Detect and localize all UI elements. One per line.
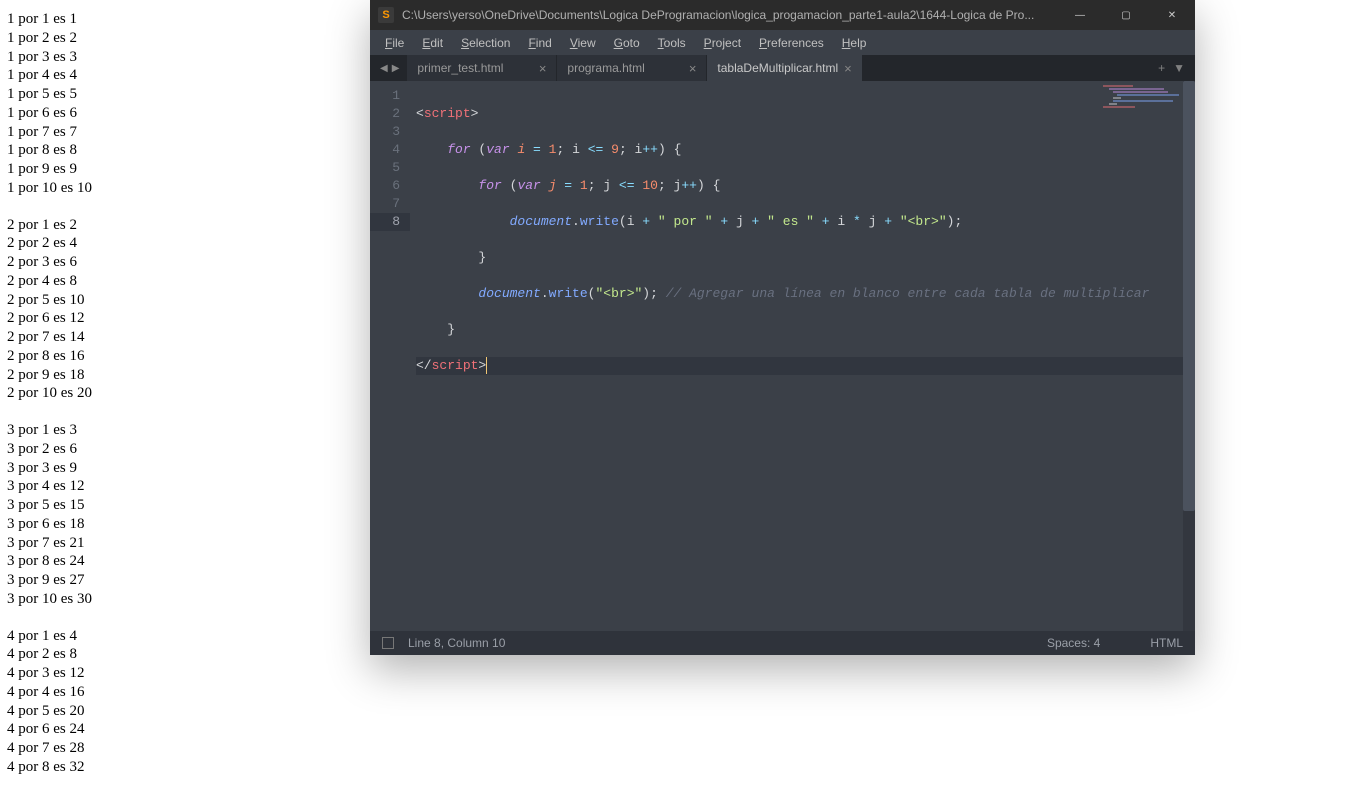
- line-number[interactable]: 7: [370, 195, 410, 213]
- output-line: 1 por 6 es 6: [7, 104, 92, 123]
- editor-scrollbar[interactable]: [1183, 81, 1195, 631]
- output-line: 4 por 1 es 4: [7, 627, 92, 646]
- multiplication-table-block: 2 por 1 es 22 por 2 es 42 por 3 es 62 po…: [7, 216, 92, 404]
- tab-menu-icon[interactable]: ▼: [1173, 61, 1185, 75]
- status-indent[interactable]: Spaces: 4: [1047, 636, 1100, 650]
- output-line: 1 por 5 es 5: [7, 85, 92, 104]
- tab-programa-html[interactable]: programa.html ×: [557, 55, 707, 81]
- tab-forward-icon[interactable]: ▶: [390, 63, 402, 74]
- output-line: 3 por 9 es 27: [7, 571, 92, 590]
- menu-project[interactable]: Project: [695, 33, 750, 53]
- output-line: 1 por 10 es 10: [7, 179, 92, 198]
- app-icon: S: [378, 7, 394, 23]
- minimap[interactable]: [1101, 85, 1181, 125]
- output-line: 2 por 6 es 12: [7, 309, 92, 328]
- output-line: 2 por 10 es 20: [7, 384, 92, 403]
- menu-view[interactable]: View: [561, 33, 605, 53]
- line-number[interactable]: 8: [370, 213, 410, 231]
- line-number[interactable]: 1: [370, 87, 410, 105]
- output-line: 3 por 2 es 6: [7, 440, 92, 459]
- output-line: 4 por 4 es 16: [7, 683, 92, 702]
- line-number[interactable]: 6: [370, 177, 410, 195]
- output-line: 1 por 4 es 4: [7, 66, 92, 85]
- statusbar: Line 8, Column 10 Spaces: 4 HTML: [370, 631, 1195, 655]
- multiplication-table-block: 1 por 1 es 11 por 2 es 21 por 3 es 31 po…: [7, 10, 92, 198]
- tab-primer_test-html[interactable]: primer_test.html ×: [407, 55, 557, 81]
- tab-tablaDeMultiplicar-html[interactable]: tablaDeMultiplicar.html ×: [707, 55, 862, 81]
- code-content[interactable]: <script> for (var i = 1; i <= 9; i++) { …: [410, 81, 1195, 631]
- sublime-text-window: S C:\Users\yerso\OneDrive\Documents\Logi…: [370, 0, 1195, 655]
- status-syntax[interactable]: HTML: [1150, 636, 1183, 650]
- output-line: 4 por 3 es 12: [7, 664, 92, 683]
- tabbar: ◀ ▶ primer_test.html×programa.html×tabla…: [370, 55, 1195, 81]
- tab-label: programa.html: [567, 61, 682, 75]
- menu-file[interactable]: File: [376, 33, 413, 53]
- line-gutter: 12345678: [370, 81, 410, 631]
- tab-overflow: + ▼: [1148, 55, 1195, 81]
- output-line: 2 por 9 es 18: [7, 366, 92, 385]
- output-line: 2 por 1 es 2: [7, 216, 92, 235]
- editor-area[interactable]: 12345678 <script> for (var i = 1; i <= 9…: [370, 81, 1195, 631]
- output-line: 3 por 8 es 24: [7, 552, 92, 571]
- output-line: 4 por 2 es 8: [7, 645, 92, 664]
- output-line: 1 por 2 es 2: [7, 29, 92, 48]
- window-title: C:\Users\yerso\OneDrive\Documents\Logica…: [402, 8, 1057, 22]
- tab-label: primer_test.html: [417, 61, 532, 75]
- tab-close-icon[interactable]: ×: [539, 61, 547, 76]
- output-line: 4 por 7 es 28: [7, 739, 92, 758]
- scrollbar-thumb[interactable]: [1183, 81, 1195, 511]
- tab-nav: ◀ ▶: [376, 55, 407, 81]
- close-button[interactable]: ✕: [1149, 0, 1195, 30]
- output-line: 3 por 7 es 21: [7, 534, 92, 553]
- output-line: 4 por 5 es 20: [7, 702, 92, 721]
- output-line: 2 por 2 es 4: [7, 234, 92, 253]
- status-position[interactable]: Line 8, Column 10: [408, 636, 1047, 650]
- menubar: FileEditSelectionFindViewGotoToolsProjec…: [370, 30, 1195, 55]
- output-line: 3 por 4 es 12: [7, 477, 92, 496]
- output-line: 2 por 8 es 16: [7, 347, 92, 366]
- new-tab-icon[interactable]: +: [1158, 61, 1165, 75]
- output-line: 1 por 1 es 1: [7, 10, 92, 29]
- menu-find[interactable]: Find: [519, 33, 560, 53]
- tab-close-icon[interactable]: ×: [689, 61, 697, 76]
- output-line: 4 por 8 es 32: [7, 758, 92, 777]
- menu-tools[interactable]: Tools: [649, 33, 695, 53]
- tab-label: tablaDeMultiplicar.html: [717, 61, 838, 75]
- tab-close-icon[interactable]: ×: [844, 61, 852, 76]
- line-number[interactable]: 4: [370, 141, 410, 159]
- minimize-button[interactable]: —: [1057, 0, 1103, 30]
- menu-help[interactable]: Help: [833, 33, 876, 53]
- output-line: 3 por 10 es 30: [7, 590, 92, 609]
- menu-selection[interactable]: Selection: [452, 33, 519, 53]
- line-number[interactable]: 3: [370, 123, 410, 141]
- output-line: 3 por 3 es 9: [7, 459, 92, 478]
- titlebar[interactable]: S C:\Users\yerso\OneDrive\Documents\Logi…: [370, 0, 1195, 30]
- maximize-button[interactable]: ▢: [1103, 0, 1149, 30]
- output-line: 2 por 4 es 8: [7, 272, 92, 291]
- output-line: 3 por 5 es 15: [7, 496, 92, 515]
- output-line: 2 por 7 es 14: [7, 328, 92, 347]
- browser-output: 1 por 1 es 11 por 2 es 21 por 3 es 31 po…: [7, 10, 92, 795]
- line-number[interactable]: 2: [370, 105, 410, 123]
- output-line: 1 por 7 es 7: [7, 123, 92, 142]
- output-line: 1 por 9 es 9: [7, 160, 92, 179]
- output-line: 2 por 3 es 6: [7, 253, 92, 272]
- multiplication-table-block: 4 por 1 es 44 por 2 es 84 por 3 es 124 p…: [7, 627, 92, 777]
- menu-edit[interactable]: Edit: [413, 33, 452, 53]
- window-controls: — ▢ ✕: [1057, 0, 1195, 30]
- text-cursor: [486, 357, 487, 374]
- output-line: 2 por 5 es 10: [7, 291, 92, 310]
- status-panel-icon[interactable]: [382, 637, 394, 649]
- tab-back-icon[interactable]: ◀: [378, 63, 390, 74]
- output-line: 1 por 3 es 3: [7, 48, 92, 67]
- output-line: 1 por 8 es 8: [7, 141, 92, 160]
- multiplication-table-block: 3 por 1 es 33 por 2 es 63 por 3 es 93 po…: [7, 421, 92, 609]
- output-line: 4 por 6 es 24: [7, 720, 92, 739]
- output-line: 3 por 6 es 18: [7, 515, 92, 534]
- menu-preferences[interactable]: Preferences: [750, 33, 833, 53]
- output-line: 3 por 1 es 3: [7, 421, 92, 440]
- menu-goto[interactable]: Goto: [605, 33, 649, 53]
- line-number[interactable]: 5: [370, 159, 410, 177]
